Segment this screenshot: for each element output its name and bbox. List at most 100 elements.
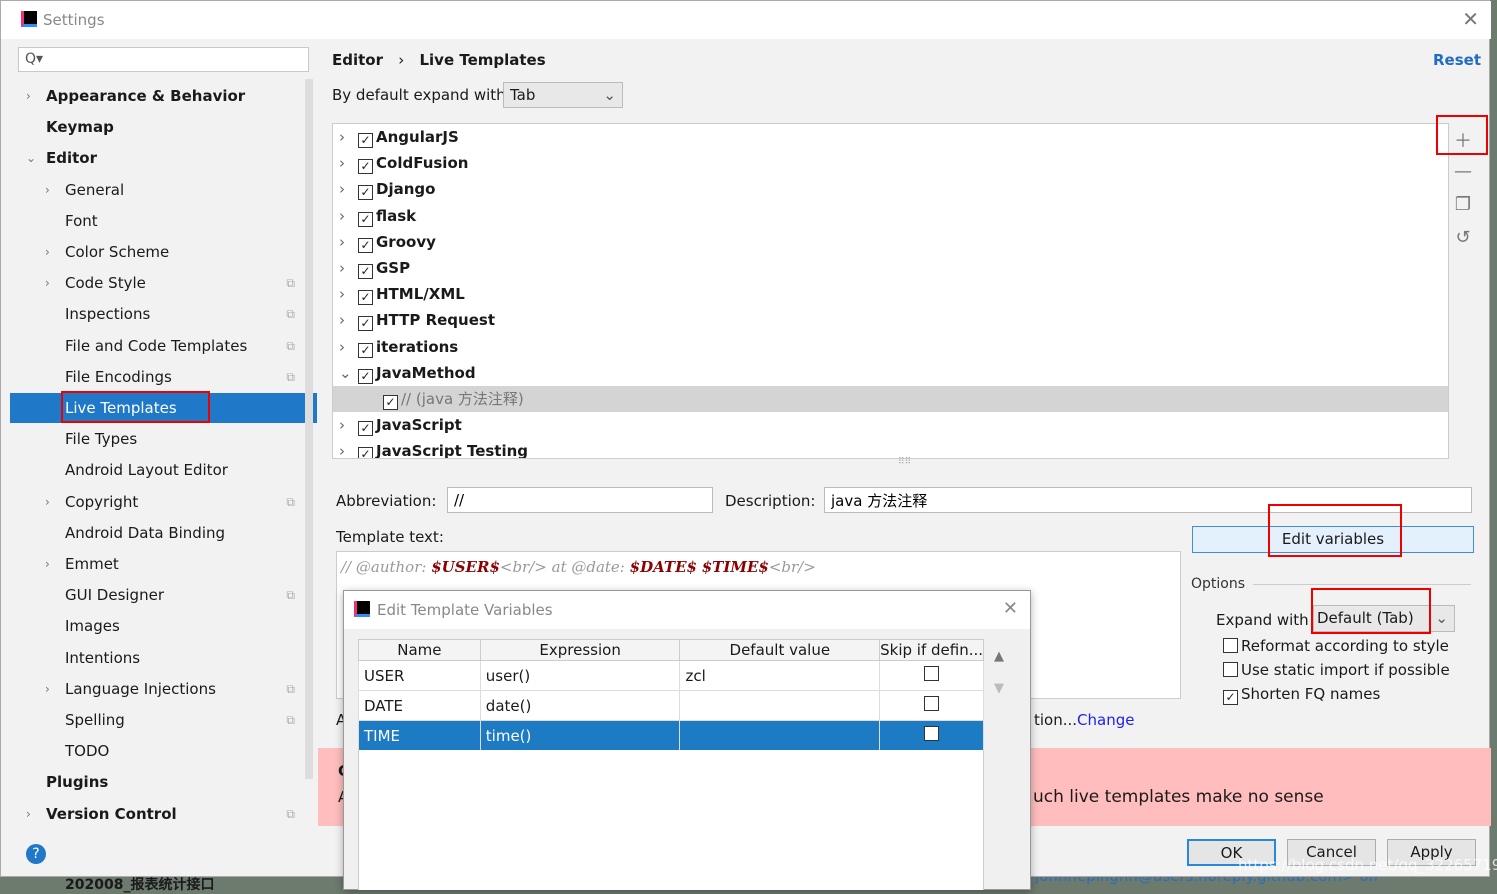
cell-expr[interactable]: date() <box>479 690 681 721</box>
sidebar-item-android-layout-editor[interactable]: Android Layout Editor <box>10 455 317 485</box>
sidebar-item-gui-designer[interactable]: GUI Designer ⧉ <box>10 580 317 610</box>
template-item[interactable]: ✓// (java 方法注释) <box>333 386 1448 412</box>
option-checkbox[interactable] <box>1223 638 1238 653</box>
sidebar-item-file-encodings[interactable]: File Encodings ⧉ <box>10 362 317 392</box>
chevron-right-icon[interactable]: › <box>45 549 50 579</box>
enabled-checkbox[interactable]: ✓ <box>358 133 373 148</box>
chevron-right-icon[interactable]: › <box>339 150 345 176</box>
enabled-checkbox[interactable]: ✓ <box>358 159 373 175</box>
enabled-checkbox[interactable]: ✓ <box>358 290 373 306</box>
column-header[interactable]: Skip if defin... <box>879 639 984 661</box>
chevron-right-icon[interactable]: › <box>45 487 50 517</box>
cell-skip[interactable] <box>879 660 984 691</box>
sidebar-item-emmet[interactable]: › Emmet <box>10 549 317 579</box>
chevron-right-icon[interactable]: › <box>339 412 345 438</box>
template-group[interactable]: ⌄ ✓ JavaMethod <box>333 360 1448 386</box>
option-checkbox-row[interactable]: Use static import if possible <box>1223 661 1450 679</box>
remove-icon[interactable]: — <box>1448 161 1478 182</box>
enabled-checkbox[interactable]: ✓ <box>358 237 373 253</box>
enabled-checkbox[interactable]: ✓ <box>358 368 373 384</box>
template-group[interactable]: › ✓ Django <box>333 176 1448 202</box>
chevron-down-icon[interactable]: ⌄ <box>26 143 36 173</box>
template-group[interactable]: › ✓ GSP <box>333 255 1448 281</box>
abbreviation-input[interactable] <box>447 487 713 513</box>
enabled-checkbox[interactable]: ✓ <box>383 395 398 410</box>
chevron-right-icon[interactable]: › <box>45 268 50 298</box>
chevron-right-icon[interactable]: › <box>26 799 31 829</box>
chevron-right-icon[interactable]: › <box>339 124 345 150</box>
chevron-right-icon[interactable]: › <box>339 307 345 333</box>
chevron-down-icon[interactable]: ⌄ <box>339 360 352 386</box>
sidebar-item-file-and-code-templates[interactable]: File and Code Templates ⧉ <box>10 331 317 361</box>
option-checkbox-row[interactable]: ✓ Shorten FQ names <box>1223 685 1380 705</box>
sidebar-item-version-control[interactable]: › Version Control ⧉ <box>10 799 317 829</box>
chevron-right-icon[interactable]: › <box>339 438 345 458</box>
column-header[interactable]: Name <box>358 639 481 661</box>
reset-link[interactable]: Reset <box>1433 51 1481 69</box>
search-input[interactable]: Q▾ <box>18 47 309 72</box>
enabled-checkbox[interactable]: ✓ <box>358 211 373 227</box>
sidebar-item-editor[interactable]: ⌄ Editor <box>10 143 317 173</box>
sidebar-item-color-scheme[interactable]: › Color Scheme <box>10 237 317 267</box>
template-group[interactable]: › ✓ Groovy <box>333 229 1448 255</box>
chevron-right-icon[interactable]: › <box>45 175 50 205</box>
sidebar-item-live-templates[interactable]: Live Templates <box>10 391 317 423</box>
enabled-checkbox[interactable]: ✓ <box>358 185 373 201</box>
template-group[interactable]: › ✓ JavaScript Testing <box>333 438 1448 458</box>
cell-skip[interactable] <box>879 720 984 751</box>
expand-select[interactable]: Tab ⌄ <box>503 82 623 108</box>
sidebar-item-keymap[interactable]: Keymap <box>10 112 317 142</box>
cell-def[interactable]: zcl <box>679 660 881 691</box>
cell-skip[interactable] <box>879 690 984 721</box>
undo-icon[interactable]: ↺ <box>1448 227 1478 248</box>
chevron-right-icon[interactable]: › <box>45 674 50 704</box>
chevron-right-icon[interactable]: › <box>45 237 50 267</box>
chevron-right-icon[interactable]: › <box>339 334 345 360</box>
move-down-icon[interactable]: ▼ <box>994 681 1004 696</box>
table-row[interactable]: DATE date() <box>358 690 984 721</box>
chevron-right-icon[interactable]: › <box>339 176 345 202</box>
change-link[interactable]: Change <box>1077 711 1134 729</box>
template-group[interactable]: › ✓ AngularJS <box>333 124 1448 150</box>
option-checkbox[interactable]: ✓ <box>1223 690 1238 705</box>
sidebar-item-code-style[interactable]: › Code Style ⧉ <box>10 268 317 298</box>
sidebar-item-file-types[interactable]: File Types <box>10 424 317 454</box>
breadcrumb-editor[interactable]: Editor <box>332 51 383 69</box>
sidebar-item-copyright[interactable]: › Copyright ⧉ <box>10 487 317 517</box>
cell-def[interactable] <box>679 720 881 751</box>
sidebar-item-inspections[interactable]: Inspections ⧉ <box>10 299 317 329</box>
cell-name[interactable]: USER <box>358 660 481 691</box>
chevron-right-icon[interactable]: › <box>26 81 31 111</box>
chevron-right-icon[interactable]: › <box>339 281 345 307</box>
cell-expr[interactable]: user() <box>479 660 681 691</box>
template-group[interactable]: › ✓ HTML/XML <box>333 281 1448 307</box>
enabled-checkbox[interactable]: ✓ <box>358 342 373 358</box>
cell-expr[interactable]: time() <box>479 720 681 751</box>
copy-icon[interactable]: ❐ <box>1448 194 1478 215</box>
sidebar-item-font[interactable]: Font <box>10 206 317 236</box>
enabled-checkbox[interactable]: ✓ <box>358 264 373 279</box>
chevron-right-icon[interactable]: › <box>339 203 345 229</box>
sidebar-item-general[interactable]: › General <box>10 175 317 205</box>
dialog-close-icon[interactable]: ✕ <box>1003 598 1018 619</box>
template-group[interactable]: › ✓ ColdFusion <box>333 150 1448 176</box>
chevron-right-icon[interactable]: › <box>339 229 345 255</box>
splitter-handle[interactable]: ⠿⠿ <box>898 457 911 467</box>
sidebar-item-intentions[interactable]: Intentions <box>10 643 317 673</box>
sidebar-item-language-injections[interactable]: › Language Injections ⧉ <box>10 674 317 704</box>
enabled-checkbox[interactable]: ✓ <box>358 447 373 458</box>
sidebar-scrollbar[interactable] <box>305 79 313 779</box>
enabled-checkbox[interactable]: ✓ <box>358 316 373 332</box>
cell-name[interactable]: TIME <box>358 720 481 751</box>
sidebar-item-spelling[interactable]: Spelling ⧉ <box>10 705 317 735</box>
column-header[interactable]: Expression <box>479 639 681 661</box>
sidebar-item-appearance-behavior[interactable]: › Appearance & Behavior <box>10 81 317 111</box>
table-row[interactable]: TIME time() <box>358 720 984 751</box>
help-icon[interactable]: ? <box>26 844 46 864</box>
skip-checkbox[interactable] <box>924 666 940 681</box>
sidebar-item-plugins[interactable]: Plugins <box>10 767 317 797</box>
chevron-right-icon[interactable]: › <box>339 255 345 281</box>
close-icon[interactable]: ✕ <box>1462 7 1479 31</box>
sidebar-item-images[interactable]: Images <box>10 611 317 641</box>
cell-name[interactable]: DATE <box>358 690 481 721</box>
